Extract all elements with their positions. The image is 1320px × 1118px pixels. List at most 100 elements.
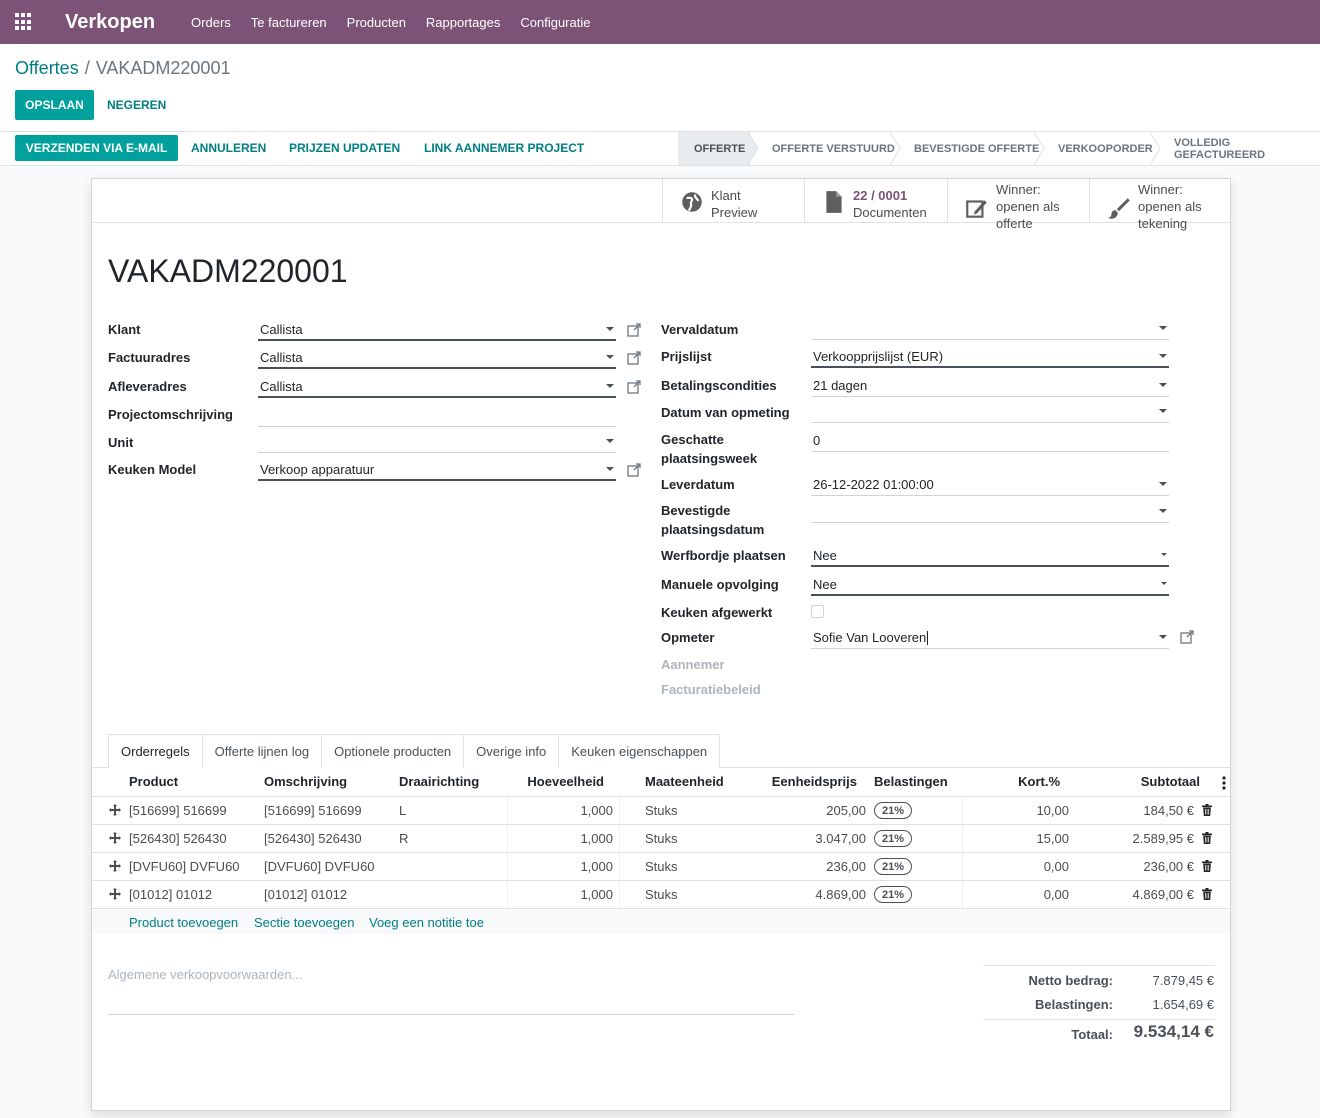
dropdown-caret-icon[interactable]: [1159, 383, 1167, 387]
plaatsingsweek-field[interactable]: 0: [811, 430, 1169, 452]
keuken-model-field[interactable]: Verkoop apparatuur: [258, 459, 616, 481]
nav-orders[interactable]: Orders: [191, 15, 231, 30]
table-row[interactable]: [DVFU60] DVFU60 [DVFU60] DVFU60 1,000 Stuks…: [92, 853, 1230, 881]
add-note-link[interactable]: Voeg een notitie toe: [369, 915, 484, 930]
stage-volledig-gefactureerd[interactable]: VOLLEDIG GEFACTUREERD: [1174, 132, 1320, 165]
tab-orderregels[interactable]: Orderregels: [108, 734, 203, 768]
col-eenheidsprijs[interactable]: Eenheidsprijs: [772, 774, 857, 789]
col-product[interactable]: Product: [129, 774, 178, 789]
stage-verkooporder[interactable]: VERKOOPORDER: [1058, 132, 1153, 165]
prijslijst-field[interactable]: Verkoopprijslijst (EUR): [811, 346, 1169, 368]
col-draairichting[interactable]: Draairichting: [399, 774, 479, 789]
winner-drawing-smart-button[interactable]: Winner: openen als tekening: [1089, 179, 1230, 231]
preview-smart-button[interactable]: Klant Preview: [662, 179, 804, 223]
table-row[interactable]: [516699] 516699 [516699] 516699 L 1,000 Stuk…: [92, 797, 1230, 825]
drag-handle-icon[interactable]: [109, 804, 121, 816]
link-contractor-button[interactable]: LINK AANNEMER PROJECT: [424, 133, 584, 163]
dropdown-caret-icon[interactable]: [1159, 409, 1167, 413]
dropdown-caret-icon[interactable]: [1161, 553, 1167, 556]
afleveradres-field[interactable]: Callista: [258, 376, 616, 398]
cell-draairichting: R: [399, 831, 409, 846]
dropdown-caret-icon[interactable]: [1159, 354, 1167, 358]
col-belastingen[interactable]: Belastingen: [874, 774, 948, 789]
betalingscondities-field[interactable]: 21 dagen: [811, 375, 1169, 397]
table-row[interactable]: [01012] 01012 [01012] 01012 1,000 Stuks 4.86…: [92, 881, 1230, 909]
keuken-model-label: Keuken Model: [108, 462, 197, 477]
col-omschrijving[interactable]: Omschrijving: [264, 774, 347, 789]
documents-smart-button[interactable]: 22 / 0001 Documenten: [804, 179, 947, 223]
send-email-button[interactable]: VERZENDEN VIA E-MAIL: [15, 135, 178, 161]
projectomschrijving-field[interactable]: [258, 405, 616, 427]
external-link-icon[interactable]: [627, 380, 641, 394]
tax-badge[interactable]: 21%: [874, 802, 912, 819]
trash-icon[interactable]: [1202, 860, 1212, 872]
dropdown-caret-icon[interactable]: [1161, 582, 1167, 585]
tab-overige-info[interactable]: Overige info: [463, 734, 560, 768]
dropdown-caret-icon[interactable]: [1159, 635, 1167, 639]
col-subtotaal[interactable]: Subtotaal: [1141, 774, 1200, 789]
leverdatum-field[interactable]: 26-12-2022 01:00:00: [811, 474, 1169, 496]
cancel-button[interactable]: ANNULEREN: [191, 133, 266, 163]
trash-icon[interactable]: [1202, 804, 1212, 816]
add-product-link[interactable]: Product toevoegen: [129, 915, 238, 930]
col-maateenheid[interactable]: Maateenheid: [645, 774, 724, 789]
dropdown-caret-icon[interactable]: [606, 327, 614, 331]
breadcrumb-offertes[interactable]: Offertes: [15, 58, 79, 78]
trash-icon[interactable]: [1202, 832, 1212, 844]
bevestigde-field[interactable]: [811, 501, 1169, 523]
nav-products[interactable]: Producten: [347, 15, 406, 30]
tab-keuken-eigenschappen[interactable]: Keuken eigenschappen: [558, 734, 721, 768]
cell-korting: 0,00: [1043, 859, 1069, 874]
totals-top-divider: [983, 965, 1215, 966]
col-korting[interactable]: Kort.%: [1018, 774, 1060, 789]
dropdown-caret-icon[interactable]: [1159, 326, 1167, 330]
update-prices-button[interactable]: PRIJZEN UPDATEN: [289, 133, 400, 163]
afleveradres-value: Callista: [260, 378, 303, 394]
nav-to-invoice[interactable]: Te factureren: [251, 15, 327, 30]
tax-badge[interactable]: 21%: [874, 886, 912, 903]
nav-configuration[interactable]: Configuratie: [520, 15, 590, 30]
column-options-icon[interactable]: [1222, 776, 1226, 790]
winner-quote-smart-button[interactable]: Winner: openen als offerte: [947, 179, 1089, 231]
terms-note-placeholder: Algemene verkoopvoorwaarden...: [108, 967, 303, 982]
opmeter-field[interactable]: Sofie Van Looveren: [811, 627, 1169, 649]
manuele-select[interactable]: Nee: [811, 574, 1169, 596]
dropdown-caret-icon[interactable]: [606, 384, 614, 388]
vervaldatum-field[interactable]: [811, 318, 1169, 340]
dropdown-caret-icon[interactable]: [1159, 482, 1167, 486]
keuken-afgewerkt-checkbox[interactable]: [811, 605, 824, 618]
external-link-icon[interactable]: [1180, 630, 1194, 644]
stage-offerte-verstuurd[interactable]: OFFERTE VERSTUURD: [772, 132, 895, 165]
stage-bevestigde-offerte[interactable]: BEVESTIGDE OFFERTE: [914, 132, 1039, 165]
tax-badge[interactable]: 21%: [874, 830, 912, 847]
apps-menu-icon[interactable]: [15, 13, 33, 31]
klant-field[interactable]: Callista: [258, 319, 616, 341]
tab-offerte-lijnen-log[interactable]: Offerte lijnen log: [201, 734, 323, 768]
table-row[interactable]: [526430] 526430 [526430] 526430 R 1,000 Stuk…: [92, 825, 1230, 853]
factuuradres-field[interactable]: Callista: [258, 347, 616, 369]
unit-field[interactable]: [258, 431, 616, 453]
trash-icon[interactable]: [1202, 888, 1212, 900]
dropdown-caret-icon[interactable]: [606, 467, 614, 471]
external-link-icon[interactable]: [627, 351, 641, 365]
add-section-link[interactable]: Sectie toevoegen: [254, 915, 354, 930]
app-brand[interactable]: Verkopen: [65, 11, 155, 34]
save-button[interactable]: OPSLAAN: [15, 90, 94, 120]
drag-handle-icon[interactable]: [109, 860, 121, 872]
dropdown-caret-icon[interactable]: [606, 439, 614, 443]
drag-handle-icon[interactable]: [109, 888, 121, 900]
drag-handle-icon[interactable]: [109, 832, 121, 844]
stage-offerte[interactable]: OFFERTE: [678, 132, 750, 165]
tax-badge[interactable]: 21%: [874, 858, 912, 875]
datum-opmeting-field[interactable]: [811, 401, 1169, 423]
nav-reporting[interactable]: Rapportages: [426, 15, 500, 30]
col-hoeveelheid[interactable]: Hoeveelheid: [527, 774, 604, 789]
dropdown-caret-icon[interactable]: [606, 355, 614, 359]
external-link-icon[interactable]: [627, 323, 641, 337]
terms-note-field[interactable]: Algemene verkoopvoorwaarden...: [108, 967, 794, 1015]
external-link-icon[interactable]: [627, 463, 641, 477]
discard-button[interactable]: NEGEREN: [107, 90, 166, 120]
werfbordje-select[interactable]: Nee: [811, 545, 1169, 567]
dropdown-caret-icon[interactable]: [1159, 509, 1167, 513]
tab-optionele-producten[interactable]: Optionele producten: [321, 734, 465, 768]
